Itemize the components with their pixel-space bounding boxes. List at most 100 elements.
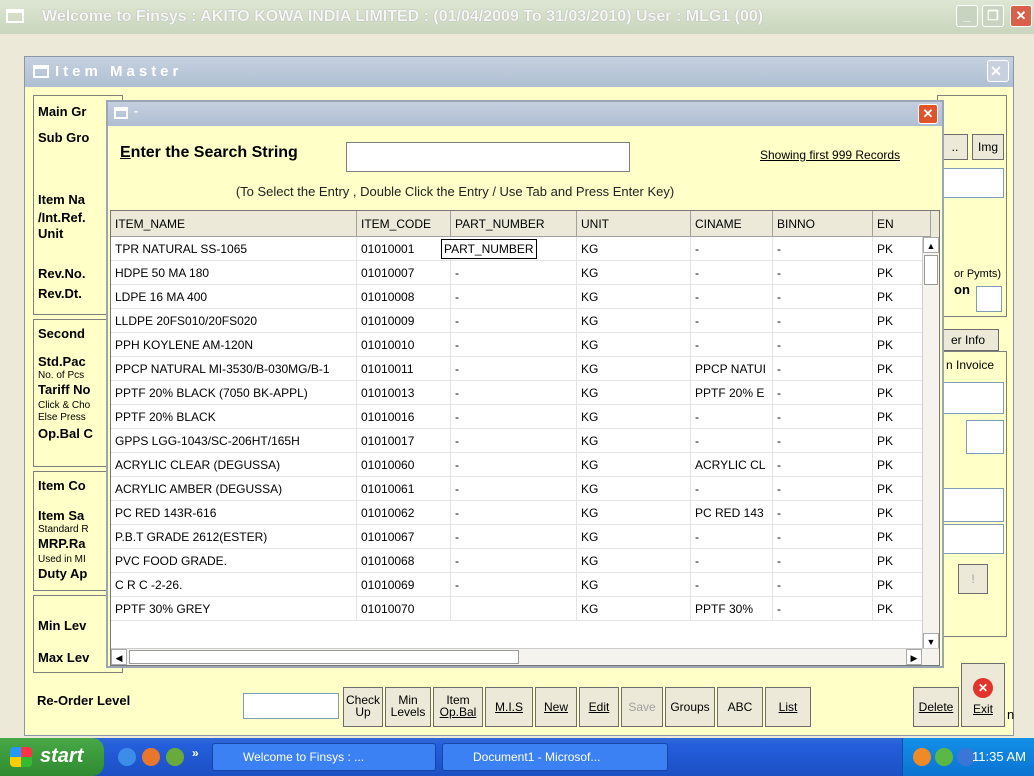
vertical-scrollbar[interactable]: ▲ ▼: [922, 237, 939, 649]
column-header-en[interactable]: EN: [873, 211, 931, 237]
table-cell: LLDPE 20FS010/20FS020: [111, 309, 357, 333]
save-button[interactable]: Save: [621, 687, 663, 727]
scroll-up-icon[interactable]: ▲: [923, 237, 939, 253]
table-cell: -: [773, 333, 873, 357]
table-cell: C R C -2-26.: [111, 573, 357, 597]
tab-other-info[interactable]: er Info: [937, 329, 999, 351]
new-button[interactable]: New: [535, 687, 577, 727]
table-row[interactable]: PPTF 20% BLACK (7050 BK-APPL) 01010013- KG…: [111, 381, 939, 405]
browse-button[interactable]: ..: [942, 134, 968, 160]
column-header-ciname[interactable]: CINAME: [691, 211, 773, 237]
check-up-button[interactable]: Check Up: [343, 687, 383, 727]
img-button[interactable]: Img: [972, 134, 1004, 160]
item-opbal-button[interactable]: Item Op.Bal: [433, 687, 483, 727]
table-row[interactable]: PVC FOOD GRADE. 01010068- KG - - PK: [111, 549, 939, 573]
reorder-level-input[interactable]: [243, 693, 339, 719]
mis-button[interactable]: M.I.S: [485, 687, 533, 727]
table-row[interactable]: PPCP NATURAL MI-3530/B-030MG/B-1 01010011…: [111, 357, 939, 381]
table-row[interactable]: PPTF 30% GREY 01010070 KG PPTF 30% - PK: [111, 597, 939, 621]
table-cell: -: [773, 525, 873, 549]
table-cell: PPTF 20% BLACK (7050 BK-APPL): [111, 381, 357, 405]
table-row[interactable]: GPPS LGG-1043/SC-206HT/165H 01010017- KG - -…: [111, 429, 939, 453]
list-button[interactable]: List: [765, 687, 811, 727]
search-prompt-label: Enter the Search String: [120, 144, 298, 161]
horizontal-scrollbar[interactable]: ◀ ▶: [111, 648, 939, 665]
vertical-scroll-thumb[interactable]: [924, 255, 938, 285]
scroll-right-icon[interactable]: ▶: [906, 649, 922, 665]
table-cell: KG: [577, 237, 691, 261]
item-master-close-button[interactable]: ✕: [987, 60, 1009, 82]
right-details-section: .. Img or Pymts) on: [937, 95, 1007, 317]
horizontal-scroll-thumb[interactable]: [129, 650, 519, 664]
table-row[interactable]: PC RED 143R-616 01010062- KG PC RED 143- PK: [111, 501, 939, 525]
part-number-edit-cell[interactable]: PART_NUMBER: [441, 239, 537, 259]
search-dialog: - ✕ Enter the Search String Showing firs…: [106, 100, 944, 668]
table-row[interactable]: PPH KOYLENE AM-120N 01010010- KG - - PK: [111, 333, 939, 357]
alert-button[interactable]: !: [958, 564, 988, 594]
showing-records-link[interactable]: Showing first 999 Records: [760, 148, 900, 162]
table-cell: -: [691, 309, 773, 333]
exit-button[interactable]: ✕ Exit: [961, 663, 1005, 727]
table-row[interactable]: LDPE 16 MA 400 01010008- KG - - PK: [111, 285, 939, 309]
edit-button[interactable]: Edit: [579, 687, 619, 727]
form-icon: [33, 65, 49, 78]
column-header-unit[interactable]: UNIT: [577, 211, 691, 237]
min-levels-line2: Levels: [390, 705, 426, 719]
exit-icon: ✕: [973, 678, 993, 698]
column-header-item-name[interactable]: ITEM_NAME: [111, 211, 357, 237]
table-cell: KG: [577, 357, 691, 381]
tray-network-icon[interactable]: [935, 748, 953, 766]
table-cell: LDPE 16 MA 400: [111, 285, 357, 309]
table-row[interactable]: ACRYLIC AMBER (DEGUSSA) 01010061- KG - - PK: [111, 477, 939, 501]
delete-button[interactable]: Delete: [913, 687, 959, 727]
item-master-titlebar: Item Master ✕: [25, 57, 1013, 87]
min-levels-button[interactable]: Min Levels: [385, 687, 431, 727]
minimize-button[interactable]: _: [956, 5, 978, 27]
abc-button[interactable]: ABC: [717, 687, 763, 727]
taskbar-item-word[interactable]: Document1 - Microsof...: [442, 743, 668, 771]
table-cell: KG: [577, 549, 691, 573]
item-opbal-line2: Op.Bal: [439, 705, 477, 719]
table-row[interactable]: P.B.T GRADE 2612(ESTER) 01010067- KG - - PK: [111, 525, 939, 549]
taskbar-item-finsys[interactable]: Welcome to Finsys : ...: [212, 743, 436, 771]
maximize-button[interactable]: ❐: [982, 5, 1004, 27]
table-row[interactable]: LLDPE 20FS010/20FS020 01010009- KG - - PK: [111, 309, 939, 333]
scroll-left-icon[interactable]: ◀: [111, 649, 127, 665]
search-input[interactable]: [346, 142, 630, 172]
column-header-binno[interactable]: BINNO: [773, 211, 873, 237]
lower-input-1[interactable]: [942, 488, 1004, 522]
scroll-down-icon[interactable]: ▼: [923, 633, 939, 649]
close-window-button[interactable]: ✕: [1010, 5, 1032, 27]
tray-alert-icon[interactable]: [913, 748, 931, 766]
groups-button[interactable]: Groups: [665, 687, 715, 727]
table-cell: PPCP NATURAL MI-3530/B-030MG/B-1: [111, 357, 357, 381]
search-form-icon: [114, 107, 128, 119]
table-cell: PPH KOYLENE AM-120N: [111, 333, 357, 357]
clock: 11:35 AM: [972, 749, 1026, 764]
media-icon[interactable]: [166, 748, 184, 766]
table-row[interactable]: PPTF 20% BLACK 01010016- KG - - PK: [111, 405, 939, 429]
right-top-input[interactable]: [942, 168, 1004, 198]
firefox-icon[interactable]: [142, 748, 160, 766]
column-header-item-code[interactable]: ITEM_CODE: [357, 211, 451, 237]
table-cell: 01010070: [357, 597, 451, 621]
ie-icon[interactable]: [118, 748, 136, 766]
small-input[interactable]: [966, 420, 1004, 454]
table-row[interactable]: ACRYLIC CLEAR (DEGUSSA) 01010060- KG ACRYLI…: [111, 453, 939, 477]
table-row[interactable]: C R C -2-26. 01010069- KG - - PK: [111, 573, 939, 597]
search-close-button[interactable]: ✕: [918, 104, 938, 124]
other-info-panel: n Invoice !: [937, 351, 1007, 637]
start-button[interactable]: start: [0, 738, 104, 776]
check-up-line2: Up: [355, 705, 371, 719]
table-cell: -: [691, 237, 773, 261]
table-cell: PPTF 20% BLACK: [111, 405, 357, 429]
table-row[interactable]: HDPE 50 MA 180 01010007- KG - - PK: [111, 261, 939, 285]
quicklaunch-more-icon[interactable]: »: [192, 746, 199, 760]
table-cell: PC RED 143: [691, 501, 773, 525]
column-header-part-number[interactable]: PART_NUMBER: [451, 211, 577, 237]
on-checkbox[interactable]: [976, 286, 1002, 312]
table-cell: 01010008: [357, 285, 451, 309]
lower-input-2[interactable]: [942, 524, 1004, 554]
invoice-input[interactable]: [942, 382, 1004, 414]
or-pymts-label: or Pymts): [954, 268, 1002, 280]
